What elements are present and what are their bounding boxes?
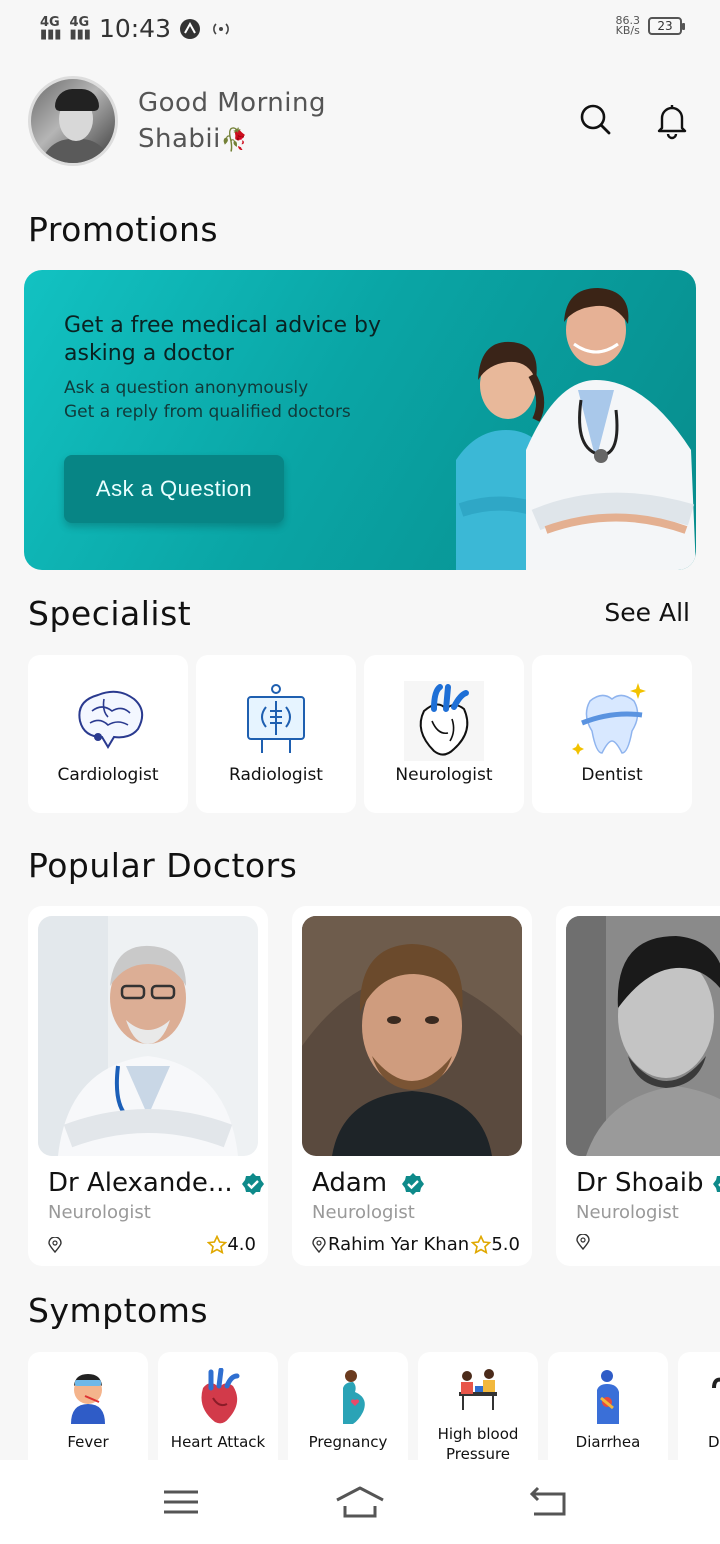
system-nav-bar — [0, 1460, 720, 1544]
symptom-card-partial[interactable]: D — [678, 1352, 720, 1472]
promo-line-2: Get a reply from qualified doctors — [64, 402, 351, 422]
verified-badge-icon — [241, 1172, 264, 1195]
xray-icon — [247, 684, 305, 753]
clock: 10:43 — [98, 14, 171, 43]
symptom-label: Pregnancy — [308, 1433, 388, 1451]
doctor-photo — [566, 916, 720, 1156]
doctors-illustration — [456, 288, 696, 570]
tooth-icon — [572, 683, 646, 755]
symptom-label: Heart Attack — [170, 1433, 266, 1451]
username-text: Shabii🥀 — [138, 124, 249, 154]
doctor-meta: 4.0 — [48, 1234, 256, 1255]
symptoms-title: Symptoms — [28, 1291, 209, 1330]
specialist-label: Radiologist — [229, 765, 323, 785]
symptom-label: D — [708, 1433, 720, 1451]
promo-line-1: Ask a question anonymously — [64, 378, 309, 398]
status-bar: 4G ▮▮▮ 4G ▮▮▮ 10:43 86.3 KB/s 23 — [0, 0, 720, 56]
avatar[interactable] — [28, 76, 118, 166]
pregnancy-icon — [343, 1370, 365, 1424]
promotion-banner[interactable]: Get a free medical advice by asking a do… — [24, 270, 696, 570]
star-icon — [471, 1234, 492, 1254]
back-icon[interactable] — [524, 1482, 574, 1522]
search-icon[interactable] — [576, 100, 616, 140]
doctor-meta: Rahim Yar Khan 5.0 — [312, 1234, 520, 1255]
doctor-name: Dr Alexande... — [48, 1168, 265, 1198]
doctor-name: Adam — [312, 1168, 425, 1198]
promotions-title: Promotions — [28, 210, 219, 249]
doctor-rating: 4.0 — [207, 1234, 256, 1255]
doctor-specialty: Neurologist — [576, 1202, 679, 1223]
doctor-photo — [38, 916, 258, 1156]
popular-doctors-title: Popular Doctors — [28, 846, 298, 885]
doctor-card[interactable]: Dr Alexande... Neurologist 4.0 — [28, 906, 268, 1266]
doctor-rating: 5.0 — [471, 1234, 520, 1255]
doctor-specialty: Neurologist — [48, 1202, 151, 1223]
greeting-text: Good Morning — [138, 88, 326, 118]
brain-icon — [78, 690, 144, 749]
specialist-label: Neurologist — [395, 765, 493, 785]
location-pin-icon — [576, 1234, 590, 1250]
network-speed: 86.3 KB/s — [615, 14, 641, 37]
symptom-card-heart-attack[interactable]: Heart Attack — [158, 1352, 278, 1472]
doctor-meta — [576, 1234, 720, 1250]
symptom-card-pregnancy[interactable]: Pregnancy — [288, 1352, 408, 1472]
location-pin-icon — [312, 1236, 326, 1253]
doctor-location: Rahim Yar Khan — [328, 1234, 470, 1255]
fever-icon — [71, 1374, 105, 1424]
doctor-photo — [302, 916, 522, 1156]
specialist-label: Cardiologist — [57, 765, 159, 785]
symptom-icon — [712, 1377, 720, 1389]
promo-headline: Get a free medical advice by asking a do… — [64, 313, 381, 366]
bell-icon[interactable] — [652, 100, 692, 140]
specialist-label: Dentist — [581, 765, 643, 785]
blood-pressure-icon — [459, 1369, 497, 1410]
symptom-label: Diarrhea — [575, 1433, 641, 1451]
symptom-label: High blood Pressure — [437, 1425, 519, 1463]
doctor-specialty: Neurologist — [312, 1202, 415, 1223]
app-notification-icon — [179, 18, 200, 39]
doctor-card[interactable]: Adam Neurologist Rahim Yar Khan 5.0 — [292, 906, 532, 1266]
symptom-card-fever[interactable]: Fever — [28, 1352, 148, 1472]
signal-2: 4G ▮▮▮ — [69, 14, 91, 42]
specialist-card-neurologist[interactable]: Neurologist — [364, 655, 524, 813]
diarrhea-icon — [597, 1370, 619, 1424]
menu-icon[interactable] — [156, 1482, 206, 1522]
signal-1: 4G ▮▮▮ — [40, 14, 62, 42]
specialist-card-radiologist[interactable]: Radiologist — [196, 655, 356, 813]
location-pin-icon — [48, 1236, 62, 1253]
verified-badge-icon — [402, 1172, 425, 1195]
ask-question-button[interactable]: Ask a Question — [64, 455, 284, 523]
symptom-card-diarrhea[interactable]: Diarrhea — [548, 1352, 668, 1472]
doctor-card[interactable]: Dr Shoaib Neurologist — [556, 906, 720, 1266]
see-all-link[interactable]: See All — [604, 598, 690, 627]
heart-organ-icon — [201, 1368, 240, 1424]
heart-icon — [404, 681, 484, 761]
specialist-card-dentist[interactable]: Dentist — [532, 655, 692, 813]
symptom-label: Fever — [67, 1433, 109, 1451]
hotspot-icon — [213, 22, 229, 35]
rose-emoji: 🥀 — [220, 128, 249, 153]
specialist-title: Specialist — [28, 594, 192, 633]
symptom-card-high-blood-pressure[interactable]: High blood Pressure — [418, 1352, 538, 1472]
home-icon[interactable] — [335, 1482, 385, 1522]
home-screen: 4G ▮▮▮ 4G ▮▮▮ 10:43 86.3 KB/s 23 Good Morni… — [0, 0, 720, 1544]
battery-icon: 23 — [648, 17, 685, 35]
specialist-card-cardiologist[interactable]: Cardiologist — [28, 655, 188, 813]
doctor-name: Dr Shoaib — [576, 1168, 720, 1198]
star-icon — [207, 1234, 228, 1254]
verified-badge-icon — [712, 1175, 720, 1192]
